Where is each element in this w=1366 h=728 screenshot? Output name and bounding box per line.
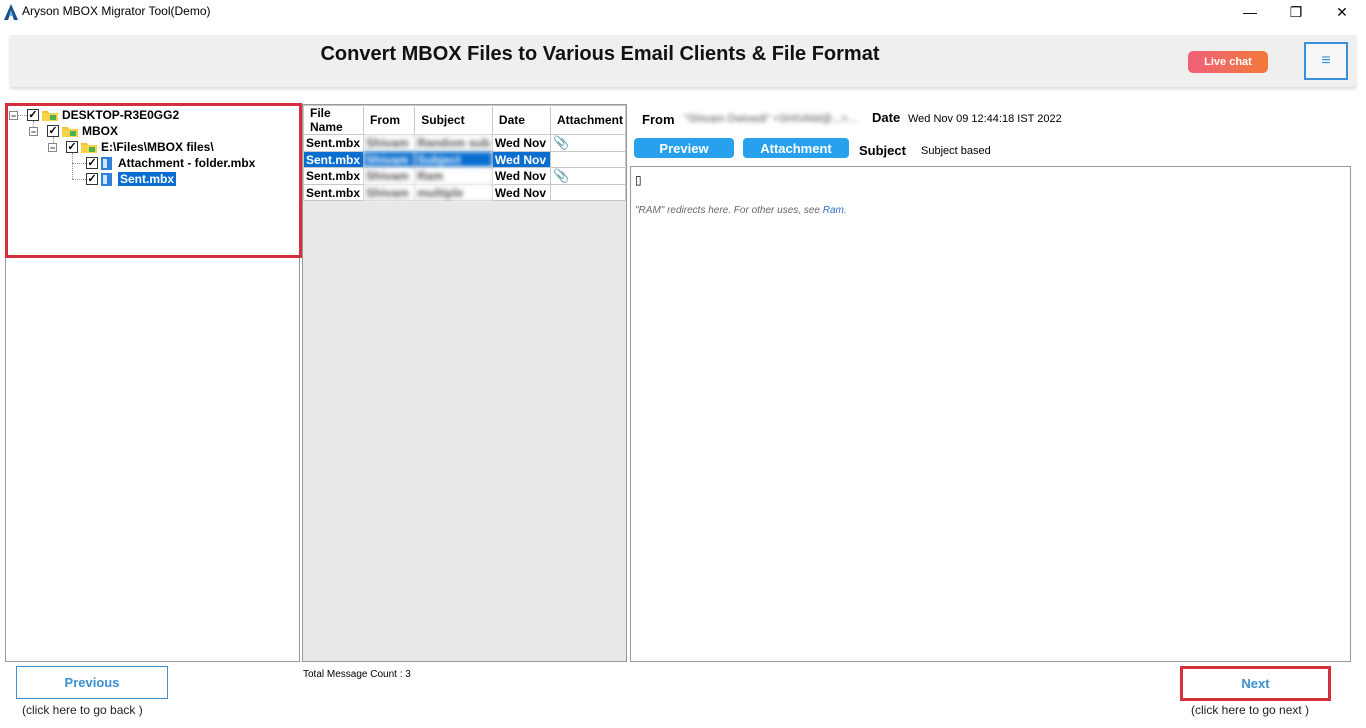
minimize-icon: — (1243, 4, 1257, 20)
window-title: Aryson MBOX Migrator Tool(Demo) (22, 4, 211, 18)
close-icon: ✕ (1336, 3, 1348, 20)
column-header-subject[interactable]: Subject (414, 105, 493, 135)
column-header-date[interactable]: Date (491, 105, 551, 135)
attachment-button[interactable]: Attachment (743, 138, 849, 158)
live-chat-button[interactable]: Live chat (1188, 51, 1268, 73)
cell-date: Wed Nov (491, 167, 551, 185)
preview-button[interactable]: Preview (634, 138, 734, 158)
restore-icon: ❐ (1289, 3, 1303, 20)
column-header-attachment[interactable]: Attachment (549, 105, 627, 135)
cell-attachment (549, 151, 627, 168)
paperclip-icon: 📎 (552, 135, 570, 151)
cell-subject: Random sub (414, 134, 493, 152)
message-grid: File Name From Subject Date Attachment S… (303, 105, 627, 201)
table-row[interactable]: Sent.mbx Shivam multiple Wed Nov (303, 184, 627, 201)
cell-subject: Subject (414, 151, 493, 168)
total-message-count: Total Message Count : 3 (303, 669, 411, 680)
cell-from: Shivam (362, 167, 416, 185)
minimize-button[interactable]: — (1227, 0, 1273, 24)
next-button[interactable]: Next (1180, 666, 1331, 701)
cell-file-name: Sent.mbx (303, 151, 364, 168)
hamburger-icon: ≡ (1321, 52, 1331, 69)
from-value: "Shivam Dwivedi" <SHIVAM@...>... (684, 113, 856, 125)
banner-title: Convert MBOX Files to Various Email Clie… (320, 43, 880, 65)
next-hint: (click here to go next ) (1191, 703, 1310, 717)
message-body-panel: ▯ "RAM" redirects here. For other uses, … (630, 166, 1351, 662)
column-header-from[interactable]: From (362, 105, 416, 135)
previous-button[interactable]: Previous (16, 666, 168, 699)
paperclip-icon: 📎 (552, 168, 570, 184)
restore-button[interactable]: ❐ (1273, 0, 1319, 24)
header-banner: Convert MBOX Files to Various Email Clie… (10, 35, 1356, 87)
cell-from: Shivam (362, 184, 416, 201)
close-button[interactable]: ✕ (1319, 0, 1365, 24)
date-label: Date (872, 110, 901, 125)
cell-file-name: Sent.mbx (303, 134, 364, 152)
cell-subject: multiple (414, 184, 493, 201)
cell-attachment: 📎 (549, 167, 627, 185)
table-row-selected[interactable]: Sent.mbx Shivam Subject Wed Nov (303, 151, 627, 168)
table-row[interactable]: Sent.mbx Shivam Random sub Wed Nov 📎 (303, 134, 627, 152)
message-list-panel: File Name From Subject Date Attachment S… (302, 104, 627, 662)
from-label: From (642, 112, 675, 127)
tree-highlight-box (5, 103, 302, 258)
app-logo-icon (4, 4, 18, 20)
cell-subject: Ram (414, 167, 493, 185)
body-text: "RAM" redirects here. For other uses, se… (635, 205, 847, 216)
cell-date: Wed Nov (491, 184, 551, 201)
date-value: Wed Nov 09 12:44:18 IST 2022 (908, 113, 1062, 125)
previous-hint: (click here to go back ) (22, 703, 143, 717)
cell-date: Wed Nov (491, 134, 551, 152)
cell-date: Wed Nov (491, 151, 551, 168)
subject-value: Subject based (921, 145, 991, 157)
cell-from: Shivam (362, 134, 416, 152)
hamburger-menu-button[interactable]: ≡ (1304, 42, 1348, 80)
cell-from: Shivam (362, 151, 416, 168)
body-sentence: "RAM" redirects here. For other uses, se… (635, 205, 823, 216)
column-header-file-name[interactable]: File Name (303, 105, 364, 135)
subject-label: Subject (859, 143, 906, 158)
missing-glyph-icon: ▯ (635, 173, 642, 187)
cell-attachment (549, 184, 627, 201)
cell-file-name: Sent.mbx (303, 167, 364, 185)
body-link[interactable]: Ram. (823, 205, 847, 216)
table-row[interactable]: Sent.mbx Shivam Ram Wed Nov 📎 (303, 167, 627, 185)
grid-header-row: File Name From Subject Date Attachment (303, 105, 627, 135)
cell-attachment: 📎 (549, 134, 627, 152)
cell-file-name: Sent.mbx (303, 184, 364, 201)
